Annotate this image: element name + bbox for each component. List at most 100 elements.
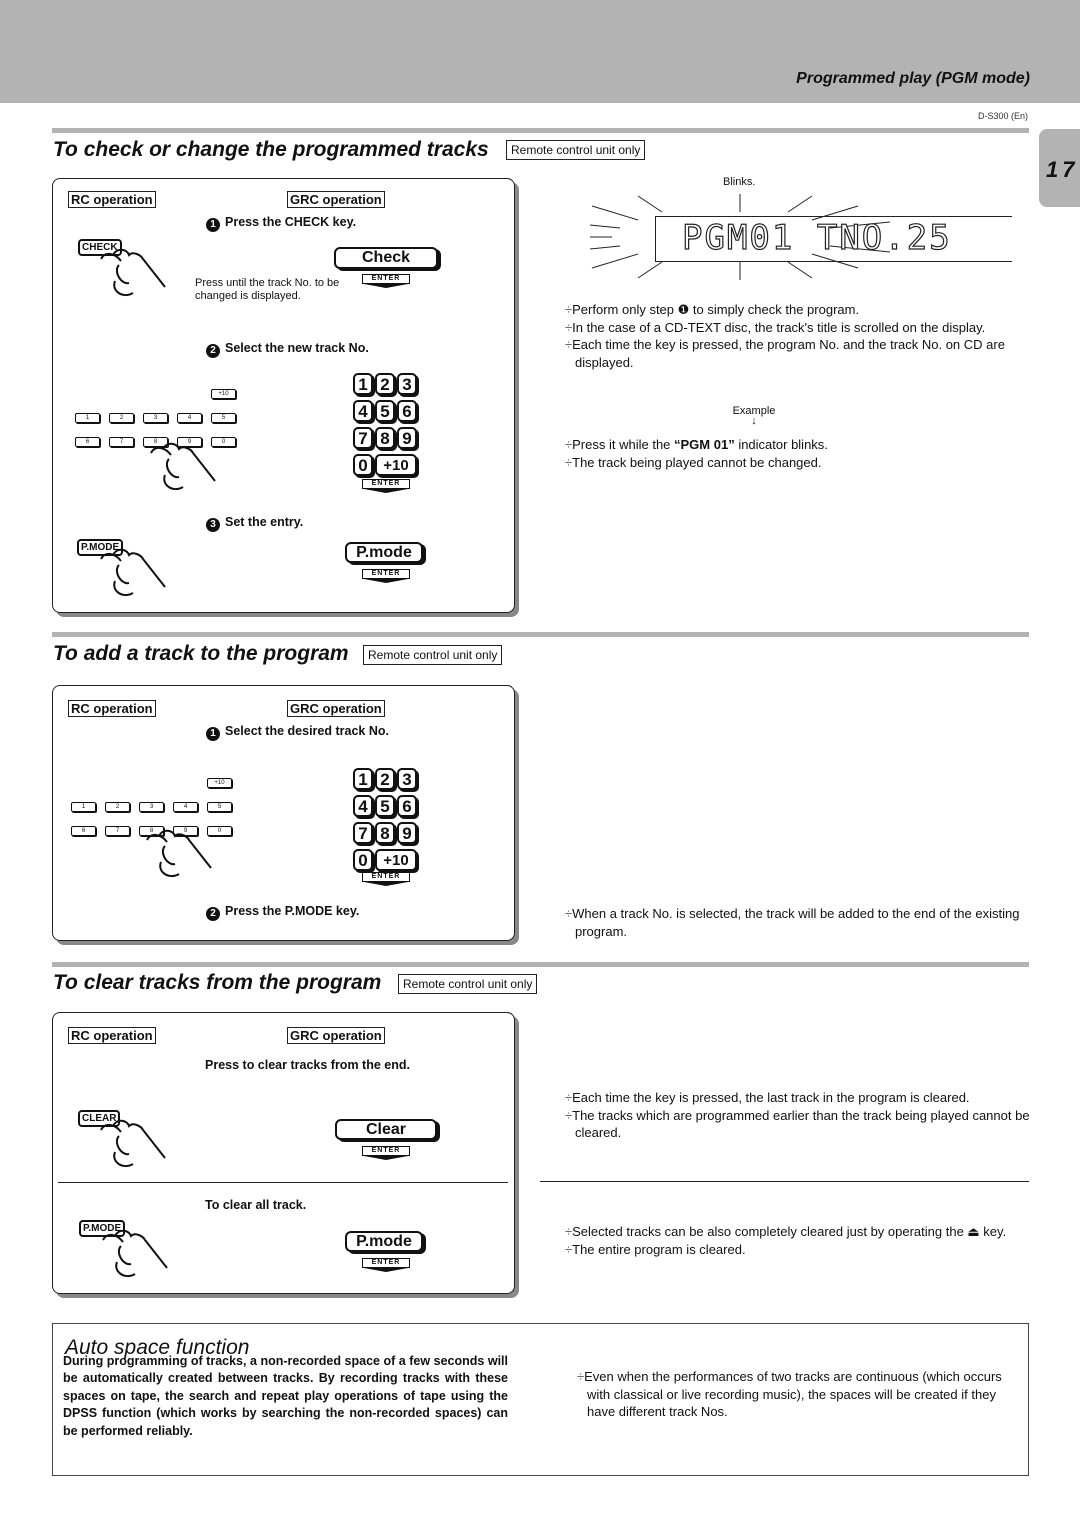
- pointing-hand-icon: [102, 1229, 168, 1278]
- rc-number-key[interactable]: 4: [177, 413, 202, 423]
- grc-number-key[interactable]: 4: [353, 400, 373, 422]
- grc-number-key[interactable]: 6: [397, 400, 417, 422]
- rc-operation-label: RC operation: [68, 700, 156, 717]
- rc-number-key[interactable]: 7: [109, 437, 134, 447]
- grc-number-key[interactable]: 0: [353, 849, 373, 871]
- grc-number-key[interactable]: 2: [375, 768, 395, 790]
- enter-indicator: ENTER: [362, 1146, 410, 1160]
- grc-numpad: 1 2 3 4 5 6 7 8 9 0 +10: [353, 768, 421, 888]
- enter-indicator: ENTER: [362, 274, 410, 288]
- step-text: Select the desired track No.: [225, 724, 389, 738]
- example-label: Example ↓: [732, 405, 776, 427]
- clear-instruction: Press to clear tracks from the end.: [205, 1058, 410, 1072]
- remote-only-tag: Remote control unit only: [506, 140, 646, 160]
- add-panel: RC operation GRC operation 1 Select the d…: [52, 685, 515, 941]
- remote-only-tag: Remote control unit only: [398, 974, 538, 994]
- grc-number-key[interactable]: +10: [375, 849, 417, 871]
- grc-number-key[interactable]: 6: [397, 795, 417, 817]
- rc-number-key[interactable]: 1: [75, 413, 100, 423]
- grc-pmode-button[interactable]: P.mode: [345, 542, 423, 563]
- rc-number-key[interactable]: 5: [211, 413, 236, 423]
- grc-number-key[interactable]: 9: [397, 427, 417, 449]
- grc-number-key[interactable]: 3: [397, 373, 417, 395]
- rc-number-key[interactable]: 6: [75, 437, 100, 447]
- clear-all-label: To clear all track.: [205, 1198, 307, 1212]
- rc-operation-label: RC operation: [68, 1027, 156, 1044]
- check-panel: RC operation GRC operation 1 Press the CH…: [52, 178, 515, 613]
- rc-number-key[interactable]: 2: [105, 802, 130, 812]
- bullet-item: ÷In the case of a CD-TEXT disc, the trac…: [565, 319, 986, 335]
- grc-number-key[interactable]: 3: [397, 768, 417, 790]
- rc-number-key[interactable]: 3: [143, 413, 168, 423]
- rc-operation-label: RC operation: [68, 191, 156, 208]
- grc-number-key[interactable]: 4: [353, 795, 373, 817]
- bullet-item: ÷The tracks which are programmed earlier…: [565, 1107, 1030, 1141]
- step-1: 1 Select the desired track No.: [206, 724, 389, 741]
- grc-number-key[interactable]: +10: [375, 454, 417, 476]
- grc-number-key[interactable]: 0: [353, 454, 373, 476]
- rc-number-key[interactable]: 6: [71, 826, 96, 836]
- enter-indicator: ENTER: [362, 479, 410, 493]
- grc-number-key[interactable]: 9: [397, 822, 417, 844]
- step-3: 3 Set the entry.: [206, 515, 303, 532]
- grc-pmode-button[interactable]: P.mode: [345, 1231, 423, 1252]
- grc-number-key[interactable]: 8: [375, 822, 395, 844]
- grc-number-key[interactable]: 8: [375, 427, 395, 449]
- pointing-hand-icon: [146, 829, 212, 878]
- grc-numpad: 1 2 3 4 5 6 7 8 9 0 +10: [353, 373, 421, 493]
- lcd-display-text: PGM01 TNO.25: [681, 217, 952, 258]
- section-rule: [52, 632, 1029, 637]
- section-heading-check: To check or change the programmed tracks: [53, 138, 489, 161]
- grc-clear-button[interactable]: Clear: [335, 1119, 437, 1140]
- auto-space-note: ÷Even when the performances of two track…: [577, 1369, 1002, 1419]
- bullet-item: ÷The entire program is cleared.: [565, 1241, 746, 1257]
- check-note: Press until the track No. to be changed …: [195, 277, 340, 302]
- grc-number-key[interactable]: 2: [375, 373, 395, 395]
- bullet-item: ÷Selected tracks can be also completely …: [565, 1224, 1007, 1239]
- rc-number-key[interactable]: 4: [173, 802, 198, 812]
- bullet-item: ÷When a track No. is selected, the track…: [565, 906, 1020, 939]
- rc-number-key[interactable]: 2: [109, 413, 134, 423]
- auto-space-text: During programming of tracks, a non-reco…: [63, 1354, 508, 1438]
- enter-indicator: ENTER: [362, 1258, 410, 1272]
- step-2: 2 Select the new track No.: [206, 341, 369, 358]
- step-number-icon: 1: [206, 727, 220, 741]
- lcd-track-text: TNO.25: [816, 217, 952, 258]
- step-number-icon: 3: [206, 518, 220, 532]
- section-heading-clear: To clear tracks from the program: [53, 971, 382, 994]
- section-heading-add: To add a track to the program: [53, 642, 349, 665]
- rc-number-key[interactable]: 3: [139, 802, 164, 812]
- clear-panel: RC operation GRC operation Press to clea…: [52, 1012, 515, 1294]
- section-rule: [52, 962, 1029, 967]
- rc-number-key[interactable]: 7: [105, 826, 130, 836]
- grc-number-key[interactable]: 5: [375, 400, 395, 422]
- step-number-icon: 2: [206, 344, 220, 358]
- remote-only-tag: Remote control unit only: [363, 645, 503, 665]
- enter-indicator: ENTER: [362, 569, 410, 583]
- grc-number-key[interactable]: 1: [353, 768, 373, 790]
- step-text: Press the P.MODE key.: [225, 904, 360, 918]
- grc-number-key[interactable]: 7: [353, 822, 373, 844]
- grc-check-button[interactable]: Check: [334, 247, 438, 269]
- clear-notes: ÷Each time the key is pressed, the last …: [565, 1089, 1031, 1142]
- model-number: D-S300 (En): [977, 111, 1028, 121]
- step-text: Set the entry.: [225, 515, 304, 529]
- grc-number-key[interactable]: 5: [375, 795, 395, 817]
- section-title: Programmed play (PGM mode): [796, 70, 1030, 87]
- rc-number-key[interactable]: +10: [211, 389, 236, 399]
- rc-number-key[interactable]: 5: [207, 802, 232, 812]
- notes-divider: [540, 1181, 1029, 1182]
- grc-number-key[interactable]: 7: [353, 427, 373, 449]
- pointing-hand-icon: [150, 442, 216, 491]
- rc-number-key[interactable]: +10: [207, 778, 232, 788]
- pointing-hand-icon: [100, 1119, 166, 1168]
- bullet-item: ÷Each time the key is pressed, the last …: [565, 1090, 970, 1105]
- rc-number-key[interactable]: 1: [71, 802, 96, 812]
- check-notes: ÷Perform only step ❶ to simply check the…: [565, 301, 1031, 371]
- blinks-label: Blinks.: [723, 176, 756, 188]
- bullet-item: ÷Each time the key is pressed, the progr…: [565, 337, 1005, 370]
- bullet-item: ÷Perform only step ❶ to simply check the…: [565, 302, 860, 317]
- step-text: Select the new track No.: [225, 341, 369, 355]
- grc-number-key[interactable]: 1: [353, 373, 373, 395]
- grc-operation-label: GRC operation: [287, 700, 385, 717]
